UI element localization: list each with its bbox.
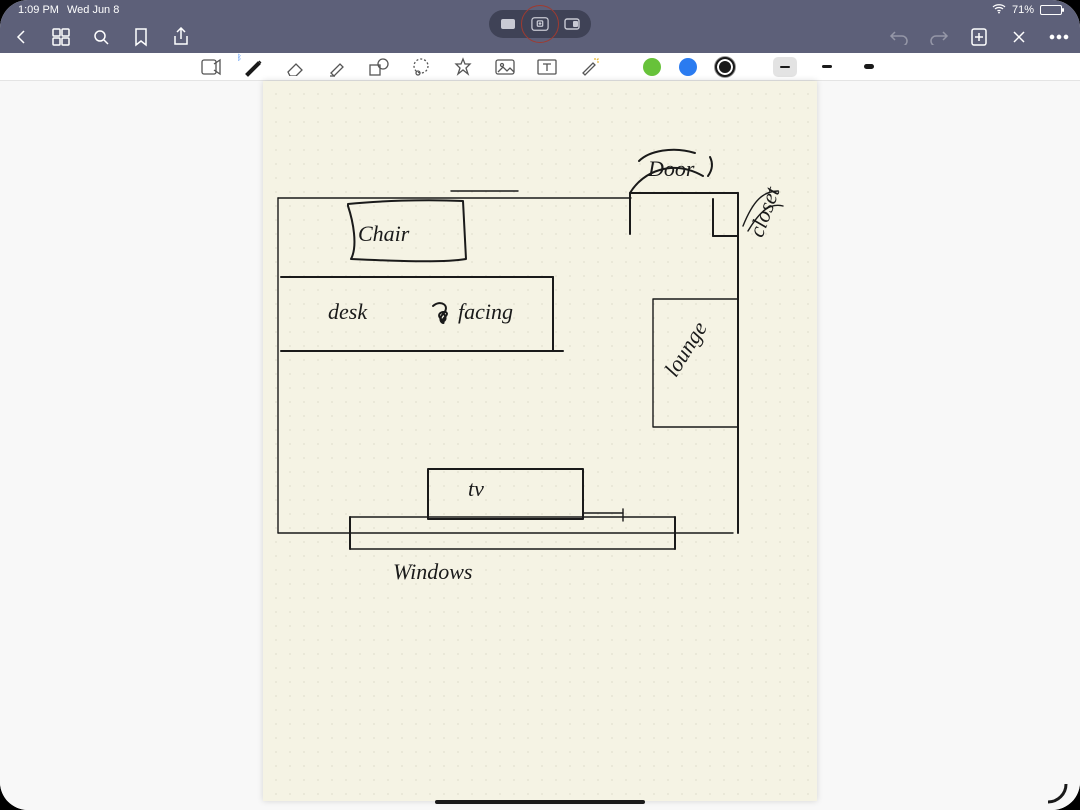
battery-icon [1040,5,1062,15]
battery-percent: 71% [1012,4,1034,16]
fullscreen-icon[interactable] [499,17,517,31]
highlighter-tool[interactable] [325,55,349,79]
pen-tool[interactable]: ᛒ [241,55,265,79]
status-time: 1:09 PM [18,4,59,16]
stroke-medium[interactable] [815,57,839,77]
svg-text:facing: facing [458,299,513,324]
hand-drawn-floorplan: Chair desk facing tv Windows lounge Door… [263,81,817,801]
image-tool[interactable] [493,55,517,79]
svg-text:Windows: Windows [393,559,472,584]
share-button[interactable] [170,26,192,48]
add-page-button[interactable] [968,26,990,48]
wifi-icon [992,4,1006,17]
redo-button[interactable] [928,26,950,48]
bluetooth-indicator: ᛒ [237,53,242,62]
tool-bar: ᛒ [0,53,1080,81]
stroke-thin-selected[interactable] [773,57,797,77]
color-black-selected[interactable] [715,57,735,77]
svg-text:lounge: lounge [659,317,712,381]
bookmark-button[interactable] [130,26,152,48]
search-button[interactable] [90,26,112,48]
undo-button[interactable] [888,26,910,48]
slideover-icon[interactable] [563,17,581,31]
read-only-toggle[interactable] [199,55,223,79]
textbox-tool[interactable] [535,55,559,79]
canvas-area[interactable]: Chair desk facing tv Windows lounge Door… [0,81,1080,810]
quick-note-corner[interactable] [1040,774,1070,804]
svg-text:Chair: Chair [358,221,410,246]
svg-text:desk: desk [328,299,368,324]
stickers-tool[interactable] [451,55,475,79]
laser-tool[interactable] [577,55,601,79]
split-view-icon[interactable] [531,17,549,31]
svg-text:tv: tv [468,476,484,501]
note-page[interactable]: Chair desk facing tv Windows lounge Door… [263,81,817,801]
color-blue[interactable] [679,58,697,76]
documents-button[interactable] [50,26,72,48]
back-button[interactable] [10,26,32,48]
multitask-pill[interactable] [489,10,591,38]
svg-text:Door: Door [647,156,695,181]
home-indicator[interactable] [435,800,645,804]
status-date: Wed Jun 8 [67,4,119,16]
shapes-tool[interactable] [367,55,391,79]
close-button[interactable] [1008,26,1030,48]
eraser-tool[interactable] [283,55,307,79]
more-button[interactable] [1048,26,1070,48]
lasso-tool[interactable] [409,55,433,79]
color-green[interactable] [643,58,661,76]
stroke-thick[interactable] [857,57,881,77]
